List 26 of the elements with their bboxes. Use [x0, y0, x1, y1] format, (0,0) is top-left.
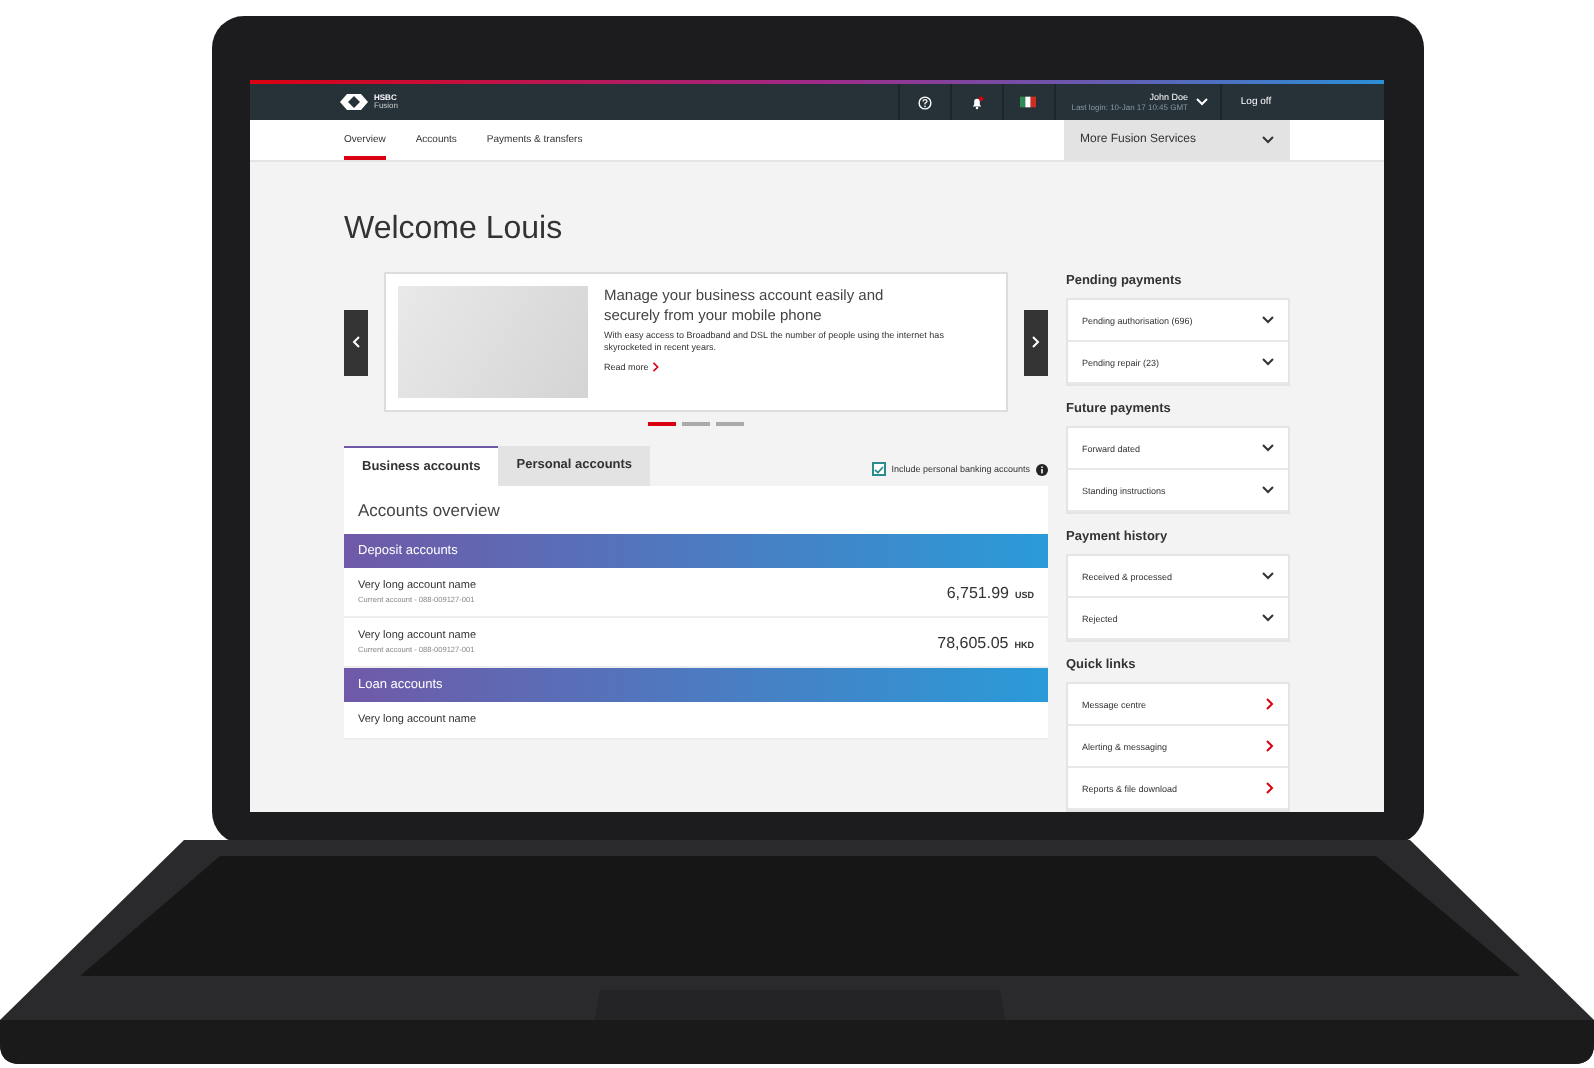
- hexagon-logo-icon: [340, 94, 368, 110]
- welcome-heading: Welcome Louis: [344, 210, 565, 250]
- chevron-right-icon: [1266, 782, 1274, 794]
- chevron-down-icon: [1262, 614, 1274, 622]
- chevron-down-icon: [1262, 572, 1274, 580]
- chevron-right-icon: [1032, 336, 1040, 348]
- chevron-down-icon: [1262, 316, 1274, 324]
- checkbox[interactable]: [871, 462, 886, 476]
- account-balance: 78,605.05: [937, 633, 1009, 651]
- chevron-down-icon: [1262, 358, 1274, 366]
- chevron-down-icon[interactable]: [1196, 98, 1208, 106]
- chevron-right-icon: [1266, 740, 1274, 752]
- chevron-down-icon: [1262, 444, 1274, 452]
- bell-icon[interactable]: [969, 95, 984, 109]
- previous-arrow-button[interactable]: [344, 309, 368, 375]
- chevron-right-icon: [1266, 698, 1274, 710]
- info-icon[interactable]: [1036, 463, 1048, 475]
- panel-title: Accounts overview: [356, 498, 502, 524]
- help-icon[interactable]: [917, 95, 932, 109]
- chevron-down-icon: [1262, 486, 1274, 494]
- account-balance: 6,751.99: [946, 583, 1009, 601]
- chevron-down-icon: [1262, 136, 1274, 144]
- next-arrow-button[interactable]: [1024, 309, 1048, 375]
- chevron-right-icon: [652, 362, 661, 372]
- flag-icon[interactable]: [1020, 96, 1037, 108]
- chevron-left-icon: [352, 336, 360, 348]
